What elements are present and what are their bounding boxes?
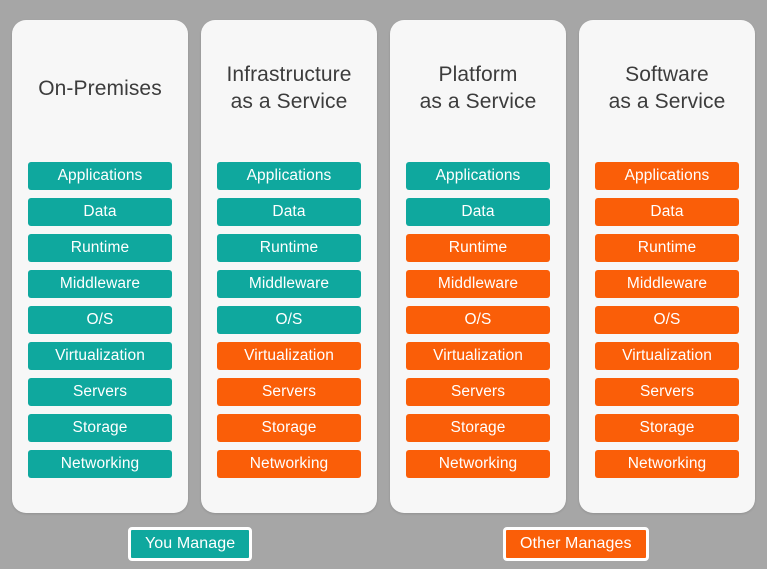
layer-platform-as-a-service-o-s: O/S xyxy=(406,306,550,334)
legend-you-manage-label: You Manage xyxy=(145,535,236,552)
cloud-service-models-diagram: On-Premises Applications Data Runtime Middle… xyxy=(0,0,767,569)
layer-on-premises-o-s: O/S xyxy=(28,306,172,334)
layer-software-as-a-service-applications: Applications xyxy=(595,162,739,190)
card-title-on-premises: On-Premises xyxy=(38,76,162,100)
legend-you-manage: You Manage xyxy=(128,527,253,561)
legend: You Manage Other Manages xyxy=(0,527,767,565)
layer-platform-as-a-service-virtualization: Virtualization xyxy=(406,342,550,370)
layer-infrastructure-as-a-service-networking: Networking xyxy=(217,450,361,478)
card-on-premises: On-Premises Applications Data Runtime Middle… xyxy=(12,20,188,513)
layer-infrastructure-as-a-service-o-s: O/S xyxy=(217,306,361,334)
layer-platform-as-a-service-runtime: Runtime xyxy=(406,234,550,262)
card-title-software-as-a-service: Software as a Service xyxy=(608,63,726,113)
legend-other-manages: Other Manages xyxy=(503,527,649,561)
service-model-columns: On-Premises Applications Data Runtime Middle… xyxy=(12,20,755,513)
layer-infrastructure-as-a-service-data: Data xyxy=(217,198,361,226)
layer-infrastructure-as-a-service-applications: Applications xyxy=(217,162,361,190)
layer-stack-infrastructure-as-a-service: Applications Data Runtime Middleware O/S Virt… xyxy=(217,162,361,478)
layer-infrastructure-as-a-service-virtualization: Virtualization xyxy=(217,342,361,370)
layer-platform-as-a-service-storage: Storage xyxy=(406,414,550,442)
layer-software-as-a-service-middleware: Middleware xyxy=(595,270,739,298)
layer-on-premises-middleware: Middleware xyxy=(28,270,172,298)
layer-software-as-a-service-o-s: O/S xyxy=(595,306,739,334)
layer-on-premises-data: Data xyxy=(28,198,172,226)
layer-on-premises-servers: Servers xyxy=(28,378,172,406)
layer-software-as-a-service-virtualization: Virtualization xyxy=(595,342,739,370)
card-infrastructure-as-a-service: Infrastructure as a Service Applications D… xyxy=(201,20,377,513)
layer-software-as-a-service-runtime: Runtime xyxy=(595,234,739,262)
layer-software-as-a-service-networking: Networking xyxy=(595,450,739,478)
layer-software-as-a-service-servers: Servers xyxy=(595,378,739,406)
layer-platform-as-a-service-networking: Networking xyxy=(406,450,550,478)
layer-on-premises-applications: Applications xyxy=(28,162,172,190)
layer-platform-as-a-service-middleware: Middleware xyxy=(406,270,550,298)
layer-platform-as-a-service-data: Data xyxy=(406,198,550,226)
layer-stack-software-as-a-service: Applications Data Runtime Middleware O/S Virt… xyxy=(595,162,739,478)
layer-infrastructure-as-a-service-servers: Servers xyxy=(217,378,361,406)
layer-platform-as-a-service-servers: Servers xyxy=(406,378,550,406)
layer-on-premises-runtime: Runtime xyxy=(28,234,172,262)
layer-infrastructure-as-a-service-runtime: Runtime xyxy=(217,234,361,262)
layer-stack-platform-as-a-service: Applications Data Runtime Middleware O/S Virt… xyxy=(406,162,550,478)
layer-infrastructure-as-a-service-storage: Storage xyxy=(217,414,361,442)
layer-on-premises-networking: Networking xyxy=(28,450,172,478)
layer-on-premises-virtualization: Virtualization xyxy=(28,342,172,370)
card-platform-as-a-service: Platform as a Service Applications Data Run… xyxy=(390,20,566,513)
layer-stack-on-premises: Applications Data Runtime Middleware O/S Virt… xyxy=(28,162,172,478)
card-title-platform-as-a-service: Platform as a Service xyxy=(419,63,537,113)
layer-on-premises-storage: Storage xyxy=(28,414,172,442)
card-title-infrastructure-as-a-service: Infrastructure as a Service xyxy=(226,63,352,113)
card-software-as-a-service: Software as a Service Applications Data Run… xyxy=(579,20,755,513)
legend-other-manages-label: Other Manages xyxy=(520,535,632,552)
layer-software-as-a-service-data: Data xyxy=(595,198,739,226)
layer-infrastructure-as-a-service-middleware: Middleware xyxy=(217,270,361,298)
layer-platform-as-a-service-applications: Applications xyxy=(406,162,550,190)
layer-software-as-a-service-storage: Storage xyxy=(595,414,739,442)
